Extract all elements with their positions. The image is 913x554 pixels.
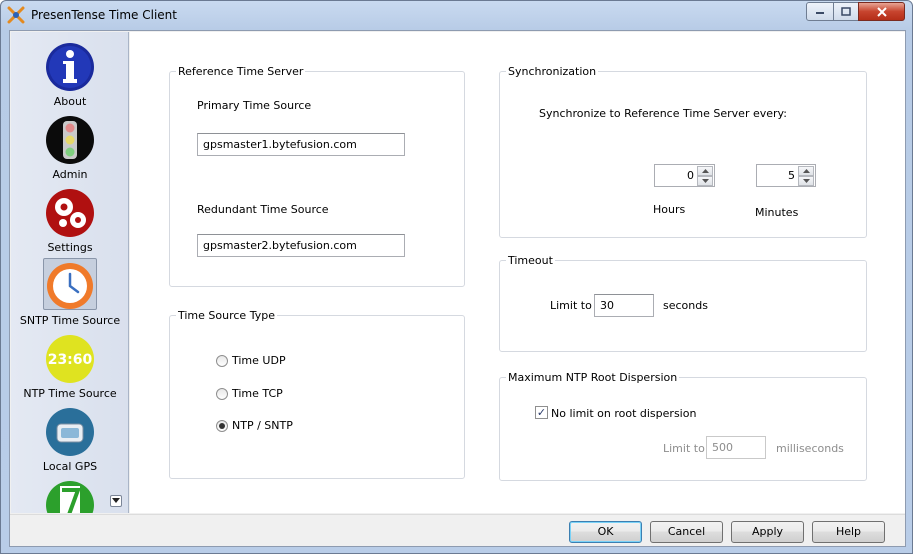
info-icon	[46, 43, 94, 91]
timezone-icon	[46, 481, 94, 513]
sidebar-scroll-down-button[interactable]	[110, 495, 122, 507]
chevron-up-icon	[701, 169, 709, 173]
sidebar-item-sntp-time-source[interactable]: SNTP Time Source	[11, 258, 128, 329]
settings-panel: Reference Time Server Primary Time Sourc…	[130, 32, 905, 513]
chevron-down-icon	[802, 179, 810, 183]
sync-description: Synchronize to Reference Time Server eve…	[539, 107, 787, 120]
chevron-down-icon	[112, 498, 120, 503]
help-button[interactable]: Help	[812, 521, 885, 543]
group-title: Time Source Type	[176, 309, 277, 322]
sidebar-item-settings[interactable]: Settings	[11, 186, 128, 256]
ok-button[interactable]: OK	[569, 521, 642, 543]
root-dispersion-group: Maximum NTP Root Dispersion ✓ No limit o…	[499, 371, 867, 481]
minimize-button[interactable]	[806, 2, 834, 21]
reference-time-server-group: Reference Time Server Primary Time Sourc…	[169, 65, 465, 287]
group-title: Maximum NTP Root Dispersion	[506, 371, 680, 384]
minutes-stepper[interactable]: 5	[756, 164, 816, 187]
digital-clock-text: 23:60	[48, 352, 93, 368]
time-udp-label[interactable]: Time UDP	[232, 354, 286, 367]
group-title: Reference Time Server	[176, 65, 306, 78]
sidebar-item-admin[interactable]: Admin	[11, 113, 128, 183]
hours-decrement-button[interactable]	[697, 176, 713, 186]
group-title: Synchronization	[506, 65, 599, 78]
timeout-unit-label: seconds	[663, 299, 708, 312]
chevron-down-icon	[701, 179, 709, 183]
time-source-type-group: Time Source Type Time UDP Time TCP NTP /…	[169, 309, 465, 479]
gears-icon	[46, 189, 94, 237]
minimize-icon	[816, 11, 824, 14]
sidebar-item-label: Local GPS	[42, 460, 98, 473]
close-icon	[876, 6, 887, 17]
close-button[interactable]	[858, 2, 905, 21]
synchronization-group: Synchronization Synchronize to Reference…	[499, 65, 867, 238]
dispersion-input[interactable]: 500	[706, 436, 766, 459]
sidebar-item-about[interactable]: About	[11, 40, 128, 110]
chevron-up-icon	[802, 169, 810, 173]
maximize-icon	[841, 7, 851, 16]
client-area: About Admin Settings SNTP Time Source 23…	[9, 30, 906, 547]
sidebar-item-ntp-time-source[interactable]: 23:60 NTP Time Source	[11, 332, 128, 402]
minutes-increment-button[interactable]	[798, 166, 814, 176]
cancel-button[interactable]: Cancel	[650, 521, 723, 543]
hours-increment-button[interactable]	[697, 166, 713, 176]
dispersion-limit-label: Limit to	[663, 442, 705, 455]
primary-source-label: Primary Time Source	[197, 99, 312, 112]
maximize-button[interactable]	[833, 2, 859, 21]
timeout-limit-label: Limit to	[550, 299, 592, 312]
traffic-light-icon	[46, 116, 94, 164]
ntp-sntp-radio[interactable]	[216, 420, 228, 432]
window-title: PresenTense Time Client	[31, 8, 177, 22]
gps-device-icon	[46, 408, 94, 456]
clock-icon	[47, 263, 93, 309]
time-tcp-label[interactable]: Time TCP	[232, 387, 283, 400]
redundant-source-label: Redundant Time Source	[197, 203, 329, 216]
minutes-decrement-button[interactable]	[798, 176, 814, 186]
app-logo-icon	[7, 6, 25, 24]
sidebar-item-label: Admin	[52, 168, 88, 181]
apply-button[interactable]: Apply	[731, 521, 804, 543]
app-window: PresenTense Time Client About Admin Sett…	[0, 0, 913, 554]
sidebar-item-label: Settings	[47, 241, 93, 254]
timeout-input[interactable]: 30	[594, 294, 654, 317]
timeout-group: Timeout Limit to 30 seconds	[499, 254, 867, 352]
minutes-label: Minutes	[755, 206, 799, 219]
sidebar-item-local-gps[interactable]: Local GPS	[11, 405, 128, 475]
redundant-source-input[interactable]: gpsmaster2.bytefusion.com	[197, 234, 405, 257]
minutes-value: 5	[788, 169, 795, 182]
hours-label: Hours	[653, 203, 686, 216]
ntp-sntp-label[interactable]: NTP / SNTP	[232, 419, 293, 432]
no-limit-label[interactable]: No limit on root dispersion	[551, 407, 696, 420]
primary-source-input[interactable]: gpsmaster1.bytefusion.com	[197, 133, 405, 156]
time-tcp-radio[interactable]	[216, 388, 228, 400]
title-bar[interactable]: PresenTense Time Client	[1, 1, 912, 29]
hours-stepper[interactable]: 0	[654, 164, 715, 187]
digital-clock-icon: 23:60	[46, 335, 94, 383]
hours-value: 0	[687, 169, 694, 182]
button-bar: OK Cancel Apply Help	[10, 514, 905, 546]
time-udp-radio[interactable]	[216, 355, 228, 367]
group-title: Timeout	[506, 254, 555, 267]
sidebar-item-label: NTP Time Source	[23, 387, 117, 400]
sidebar-item-label: SNTP Time Source	[19, 314, 121, 327]
sidebar-item-label: About	[53, 95, 87, 108]
no-limit-checkbox[interactable]: ✓	[535, 406, 548, 419]
sidebar: About Admin Settings SNTP Time Source 23…	[11, 32, 129, 513]
dispersion-unit-label: milliseconds	[776, 442, 844, 455]
